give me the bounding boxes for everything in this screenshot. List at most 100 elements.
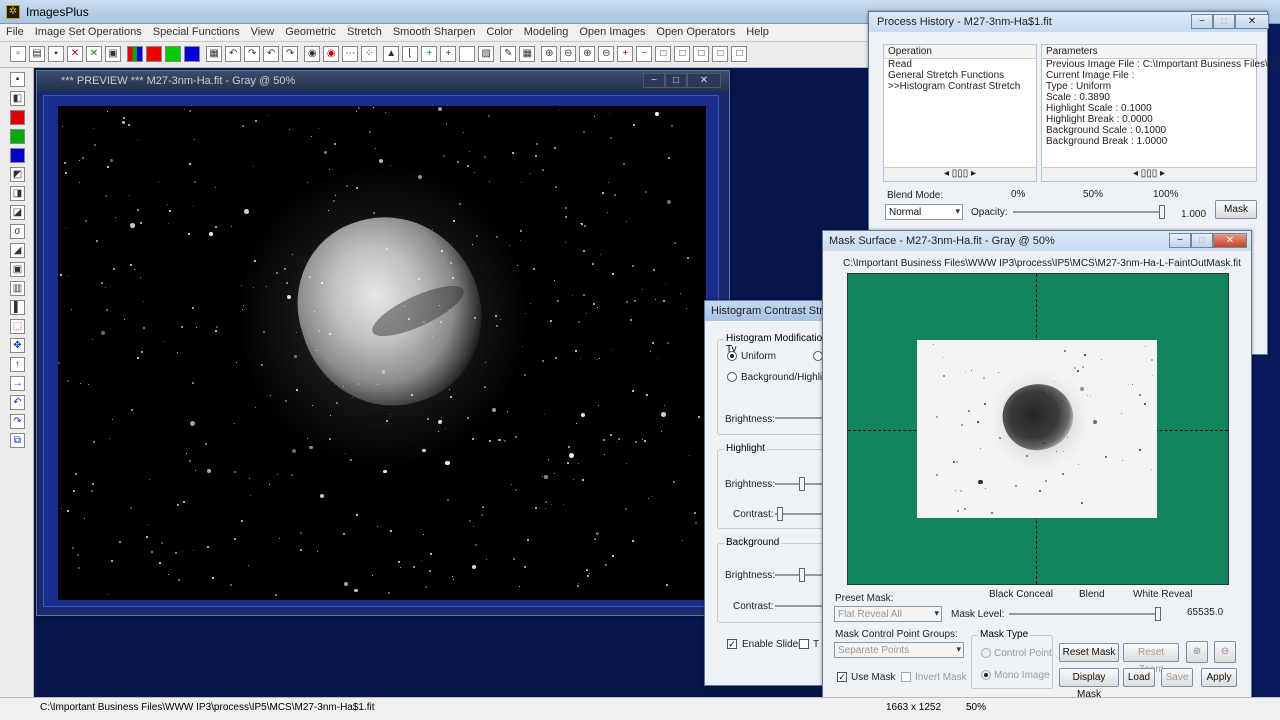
use-mask-checkbox[interactable]: ✓ bbox=[837, 672, 847, 682]
redo-all-icon[interactable]: ↷ bbox=[282, 46, 299, 62]
load-button[interactable]: Load bbox=[1123, 668, 1155, 687]
histogram-icon[interactable]: ▲ bbox=[383, 46, 400, 62]
menu-color[interactable]: Color bbox=[480, 24, 517, 38]
frame4-icon[interactable]: □ bbox=[712, 46, 729, 62]
maximize-button[interactable]: □ bbox=[665, 73, 687, 88]
undo-all-icon[interactable]: ↶ bbox=[263, 46, 280, 62]
mask-level-slider[interactable] bbox=[1009, 607, 1161, 621]
tool-rotate-left-icon[interactable]: ↶ bbox=[10, 395, 25, 410]
print-icon[interactable]: ▣ bbox=[105, 46, 121, 62]
tool-sigma-icon[interactable]: σ bbox=[10, 224, 25, 239]
frame1-icon[interactable]: □ bbox=[655, 46, 672, 62]
menu-special-functions[interactable]: Special Functions bbox=[147, 24, 245, 38]
red-channel-icon[interactable] bbox=[146, 46, 163, 62]
history-minimize-button[interactable]: − bbox=[1191, 14, 1213, 29]
bg-bright-thumb[interactable] bbox=[799, 568, 805, 582]
green-channel-icon[interactable] bbox=[165, 46, 182, 62]
tool-copy-icon[interactable]: ⧉ bbox=[10, 433, 25, 448]
mask-zoom-out-button[interactable]: ⊖ bbox=[1214, 641, 1236, 663]
invert-mask-checkbox[interactable] bbox=[901, 672, 911, 682]
menu-open-operators[interactable]: Open Operators bbox=[650, 24, 740, 38]
tool-blue-icon[interactable] bbox=[10, 148, 25, 163]
menu-open-images[interactable]: Open Images bbox=[573, 24, 650, 38]
tool-corner-icon[interactable]: ◪ bbox=[10, 205, 25, 220]
parameters-scrollbar[interactable]: ◂ ▯▯▯ ▸ bbox=[1042, 167, 1256, 181]
new-file-icon[interactable]: ▫ bbox=[10, 46, 26, 62]
image-icon[interactable]: ▨ bbox=[478, 46, 495, 62]
grid-icon[interactable]: ▦ bbox=[206, 46, 223, 62]
menu-modeling[interactable]: Modeling bbox=[518, 24, 574, 38]
uniform-radio[interactable] bbox=[727, 351, 737, 361]
open-file-icon[interactable]: ▤ bbox=[29, 46, 45, 62]
control-point-radio[interactable] bbox=[981, 648, 991, 658]
menu-smooth-sharpen[interactable]: Smooth Sharpen bbox=[387, 24, 481, 38]
undo-icon[interactable]: ↶ bbox=[225, 46, 242, 62]
history-close-button[interactable]: ✕ bbox=[1235, 14, 1269, 29]
frame5-icon[interactable]: □ bbox=[731, 46, 748, 62]
menu-stretch[interactable]: Stretch bbox=[341, 24, 387, 38]
mask-minimize-button[interactable]: − bbox=[1169, 233, 1191, 248]
tool-rotate-right-icon[interactable]: ↷ bbox=[10, 414, 25, 429]
minus-icon[interactable]: − bbox=[636, 46, 653, 62]
reset-mask-button[interactable]: Reset Mask bbox=[1059, 643, 1119, 662]
blue-channel-icon[interactable] bbox=[184, 46, 201, 62]
crosshair-icon[interactable]: + bbox=[421, 46, 438, 62]
zoom-actual-icon[interactable]: ⊖ bbox=[598, 46, 615, 62]
menu-image-set-operations[interactable]: Image Set Operations bbox=[29, 24, 147, 38]
close-button[interactable]: ✕ bbox=[687, 73, 721, 88]
mask-canvas[interactable] bbox=[847, 273, 1229, 585]
tool-mix-icon[interactable]: ◩ bbox=[10, 167, 25, 182]
hl-bright-thumb[interactable] bbox=[799, 477, 805, 491]
mask-button[interactable]: Mask bbox=[1215, 200, 1257, 219]
menu-view[interactable]: View bbox=[245, 24, 280, 38]
mask-level-thumb[interactable] bbox=[1155, 607, 1161, 621]
points-icon[interactable]: ⁘ bbox=[361, 46, 378, 62]
tool-up-arrow-icon[interactable]: ↑ bbox=[10, 357, 25, 372]
tool-gradient-icon[interactable]: ◢ bbox=[10, 243, 25, 258]
rgb-channels-icon[interactable] bbox=[127, 46, 144, 62]
operation-list[interactable]: Operation Read General Stretch Functions… bbox=[883, 44, 1037, 182]
dots-icon[interactable]: ⋯ bbox=[342, 46, 359, 62]
pencil-icon[interactable]: ✎ bbox=[500, 46, 517, 62]
menu-geometric[interactable]: Geometric bbox=[279, 24, 341, 38]
redo-icon[interactable]: ↷ bbox=[244, 46, 261, 62]
reset-zoom-button[interactable]: Reset Zoom bbox=[1123, 643, 1179, 675]
mask-zoom-in-button[interactable]: ⊕ bbox=[1186, 641, 1208, 663]
operation-scrollbar[interactable]: ◂ ▯▯▯ ▸ bbox=[884, 167, 1036, 181]
tool-bars-icon[interactable]: ▥ bbox=[10, 281, 25, 296]
menu-help[interactable]: Help bbox=[740, 24, 774, 38]
minimize-button[interactable]: − bbox=[643, 73, 665, 88]
mcp-groups-select[interactable]: Separate Points bbox=[834, 642, 964, 658]
frame2-icon[interactable]: □ bbox=[674, 46, 691, 62]
zoom-in-icon[interactable]: ⊕ bbox=[541, 46, 558, 62]
tool-red-icon[interactable] bbox=[10, 110, 25, 125]
operation-item[interactable]: >>Histogram Contrast Stretch bbox=[888, 81, 1020, 92]
star-select-icon[interactable]: ◉ bbox=[304, 46, 321, 62]
menu-file[interactable]: File bbox=[0, 24, 29, 38]
target-icon[interactable]: ◉ bbox=[323, 46, 340, 62]
operation-item[interactable]: Read bbox=[888, 59, 912, 70]
blank-icon[interactable] bbox=[459, 46, 476, 62]
tool-select-icon[interactable]: ⬚ bbox=[10, 319, 25, 334]
frame3-icon[interactable]: □ bbox=[693, 46, 710, 62]
save-button[interactable]: Save bbox=[1161, 668, 1193, 687]
opacity-thumb[interactable] bbox=[1159, 205, 1165, 219]
close-icon[interactable]: ✕ bbox=[67, 46, 83, 62]
tool-mix2-icon[interactable]: ◨ bbox=[10, 186, 25, 201]
table-icon[interactable]: ▦ bbox=[519, 46, 536, 62]
enable-slider-checkbox[interactable]: ✓ bbox=[727, 639, 737, 649]
blend-mode-select[interactable]: Normal bbox=[885, 204, 963, 220]
zoom-out-icon[interactable]: ⊖ bbox=[560, 46, 577, 62]
apply-button[interactable]: Apply bbox=[1201, 668, 1237, 687]
nebula-image[interactable] bbox=[58, 106, 706, 600]
bg-high-radio[interactable] bbox=[727, 372, 737, 382]
save-icon[interactable]: ▪ bbox=[48, 46, 64, 62]
operation-item[interactable]: General Stretch Functions bbox=[888, 70, 1004, 81]
tool-black-icon[interactable]: ▌ bbox=[10, 300, 25, 315]
parameters-list[interactable]: Parameters Previous Image File : C:\Impo… bbox=[1041, 44, 1280, 182]
curve-icon[interactable]: ⌊ bbox=[402, 46, 419, 62]
tool-move-icon[interactable]: ✥ bbox=[10, 338, 25, 353]
mask-close-button[interactable]: ✕ bbox=[1213, 233, 1247, 248]
crosshair2-icon[interactable]: + bbox=[440, 46, 457, 62]
cancel-icon[interactable]: ✕ bbox=[86, 46, 102, 62]
